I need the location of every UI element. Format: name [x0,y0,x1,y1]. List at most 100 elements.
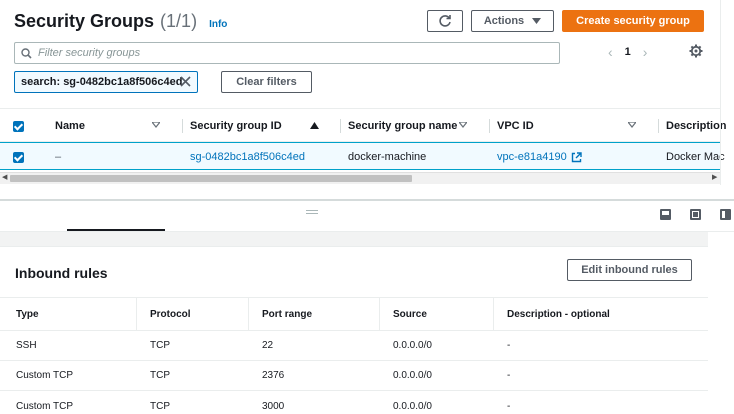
actions-label: Actions [483,15,525,27]
scroll-left-arrow-icon[interactable]: ◀ [2,173,7,181]
scroll-right-arrow-icon[interactable]: ▶ [712,173,717,181]
search-input[interactable] [38,47,538,59]
filter-token-label: search: sg-0482bc1a8f506c4ed [21,76,183,88]
column-label: Security group ID [190,120,282,132]
edit-inbound-rules-button[interactable]: Edit inbound rules [567,259,692,281]
row-checkbox[interactable] [13,143,24,171]
rule-port-range: 2376 [262,370,285,381]
column-label: VPC ID [497,120,534,132]
current-page[interactable]: 1 [625,46,631,58]
sort-down-icon[interactable] [152,122,160,128]
rule-protocol: TCP [150,400,170,412]
cell-name: – [55,151,62,163]
sort-up-icon[interactable] [310,122,319,129]
right-gutter [708,232,734,414]
column-header-port-range[interactable]: Port range [248,298,313,330]
column-separator [379,298,380,330]
info-link[interactable]: Info [209,19,227,30]
table-header: Name Security group ID Security group na… [0,108,727,143]
column-label: Name [55,120,85,132]
vpc-id-text: vpc-e81a4190 [497,151,567,163]
rule-port-range: 22 [262,340,274,351]
column-separator [248,298,249,330]
table-row: Custom TCP TCP 2376 0.0.0.0/0 - [0,361,708,391]
rule-description: - [507,340,511,351]
create-security-group-button[interactable]: Create security group [562,10,704,32]
filter-search-box[interactable] [14,42,560,64]
column-separator [340,119,341,133]
pagination: ‹ 1 › [608,44,647,60]
rule-source: 0.0.0.0/0 [393,370,432,381]
rule-type: SSH [16,340,37,351]
column-separator [489,119,490,133]
rule-protocol: TCP [150,340,170,351]
page-title: Security Groups [14,11,155,31]
column-separator [658,119,659,133]
column-header-group-name[interactable]: Security group name [340,109,458,143]
column-label: Protocol [150,308,191,320]
column-label: Port range [262,308,313,320]
layout-full-panel-icon[interactable] [690,209,701,220]
clear-filters-button[interactable]: Clear filters [221,71,312,93]
refresh-button[interactable] [427,10,463,32]
split-divider[interactable] [0,199,734,201]
table-row: Custom TCP TCP 3000 0.0.0.0/0 - [0,391,708,414]
column-label: Source [393,308,427,320]
close-icon[interactable] [179,75,192,88]
column-header-description[interactable]: Description - optional [493,298,610,330]
column-header-name[interactable]: Name [55,109,85,143]
filter-token: search: sg-0482bc1a8f506c4ed [14,71,198,93]
security-groups-table: Name Security group ID Security group na… [0,108,727,171]
layout-side-panel-icon[interactable] [720,209,731,220]
inbound-rules-header: Type Protocol Port range Source Descript… [0,297,708,331]
inbound-rules-card: Inbound rules Edit inbound rules Type Pr… [0,246,708,414]
cell-vpc-id-link[interactable]: vpc-e81a4190 [497,143,582,171]
column-separator [493,298,494,330]
rule-type: Custom TCP [16,400,74,412]
horizontal-scrollbar[interactable]: ◀ ▶ [0,172,720,184]
chevron-right-icon[interactable]: › [643,44,648,60]
caret-down-icon [532,18,542,24]
rule-description: - [507,400,511,412]
rule-source: 0.0.0.0/0 [393,400,432,412]
external-link-icon [571,151,582,162]
panel-edge [720,0,721,185]
chevron-left-icon[interactable]: ‹ [608,44,613,60]
inbound-rules-title: Inbound rules [15,265,108,281]
column-label: Security group name [348,120,458,132]
actions-button[interactable]: Actions [471,10,554,32]
column-header-group-id[interactable]: Security group ID [182,109,282,143]
refresh-icon [439,15,451,27]
cell-description: Docker Mac [666,151,725,163]
rule-protocol: TCP [150,370,170,381]
table-row: SSH TCP 22 0.0.0.0/0 - [0,331,708,361]
sort-down-icon[interactable] [628,122,636,128]
details-panel: Inbound rules Edit inbound rules Type Pr… [0,232,708,414]
gear-icon[interactable] [689,44,703,58]
cell-group-id-link[interactable]: sg-0482bc1a8f506c4ed [190,143,305,171]
checkbox-checked-icon [13,120,24,132]
table-row[interactable]: – sg-0482bc1a8f506c4ed docker-machine vp… [0,142,725,171]
rule-type: Custom TCP [16,370,74,381]
column-header-protocol[interactable]: Protocol [136,298,191,330]
column-header-type[interactable]: Type [16,298,39,330]
drag-handle-icon[interactable] [306,210,318,214]
security-groups-panel: Security Groups (1/1) Info Actions Creat… [0,0,734,200]
select-all-checkbox[interactable] [13,109,24,143]
sort-down-icon[interactable] [459,122,467,128]
column-separator [182,119,183,133]
search-icon [21,47,32,59]
rule-description: - [507,370,511,381]
scrollbar-thumb[interactable] [10,175,412,182]
selection-count: (1/1) [160,11,198,31]
column-header-description[interactable]: Description [658,109,727,143]
column-header-source[interactable]: Source [379,298,427,330]
cell-group-name: docker-machine [348,151,427,163]
checkbox-checked-icon [13,151,24,163]
rule-source: 0.0.0.0/0 [393,340,432,351]
column-separator [136,298,137,330]
rule-port-range: 3000 [262,400,285,412]
layout-bottom-panel-icon[interactable] [660,209,671,220]
column-header-vpc-id[interactable]: VPC ID [489,109,534,143]
column-label: Description - optional [507,308,610,320]
